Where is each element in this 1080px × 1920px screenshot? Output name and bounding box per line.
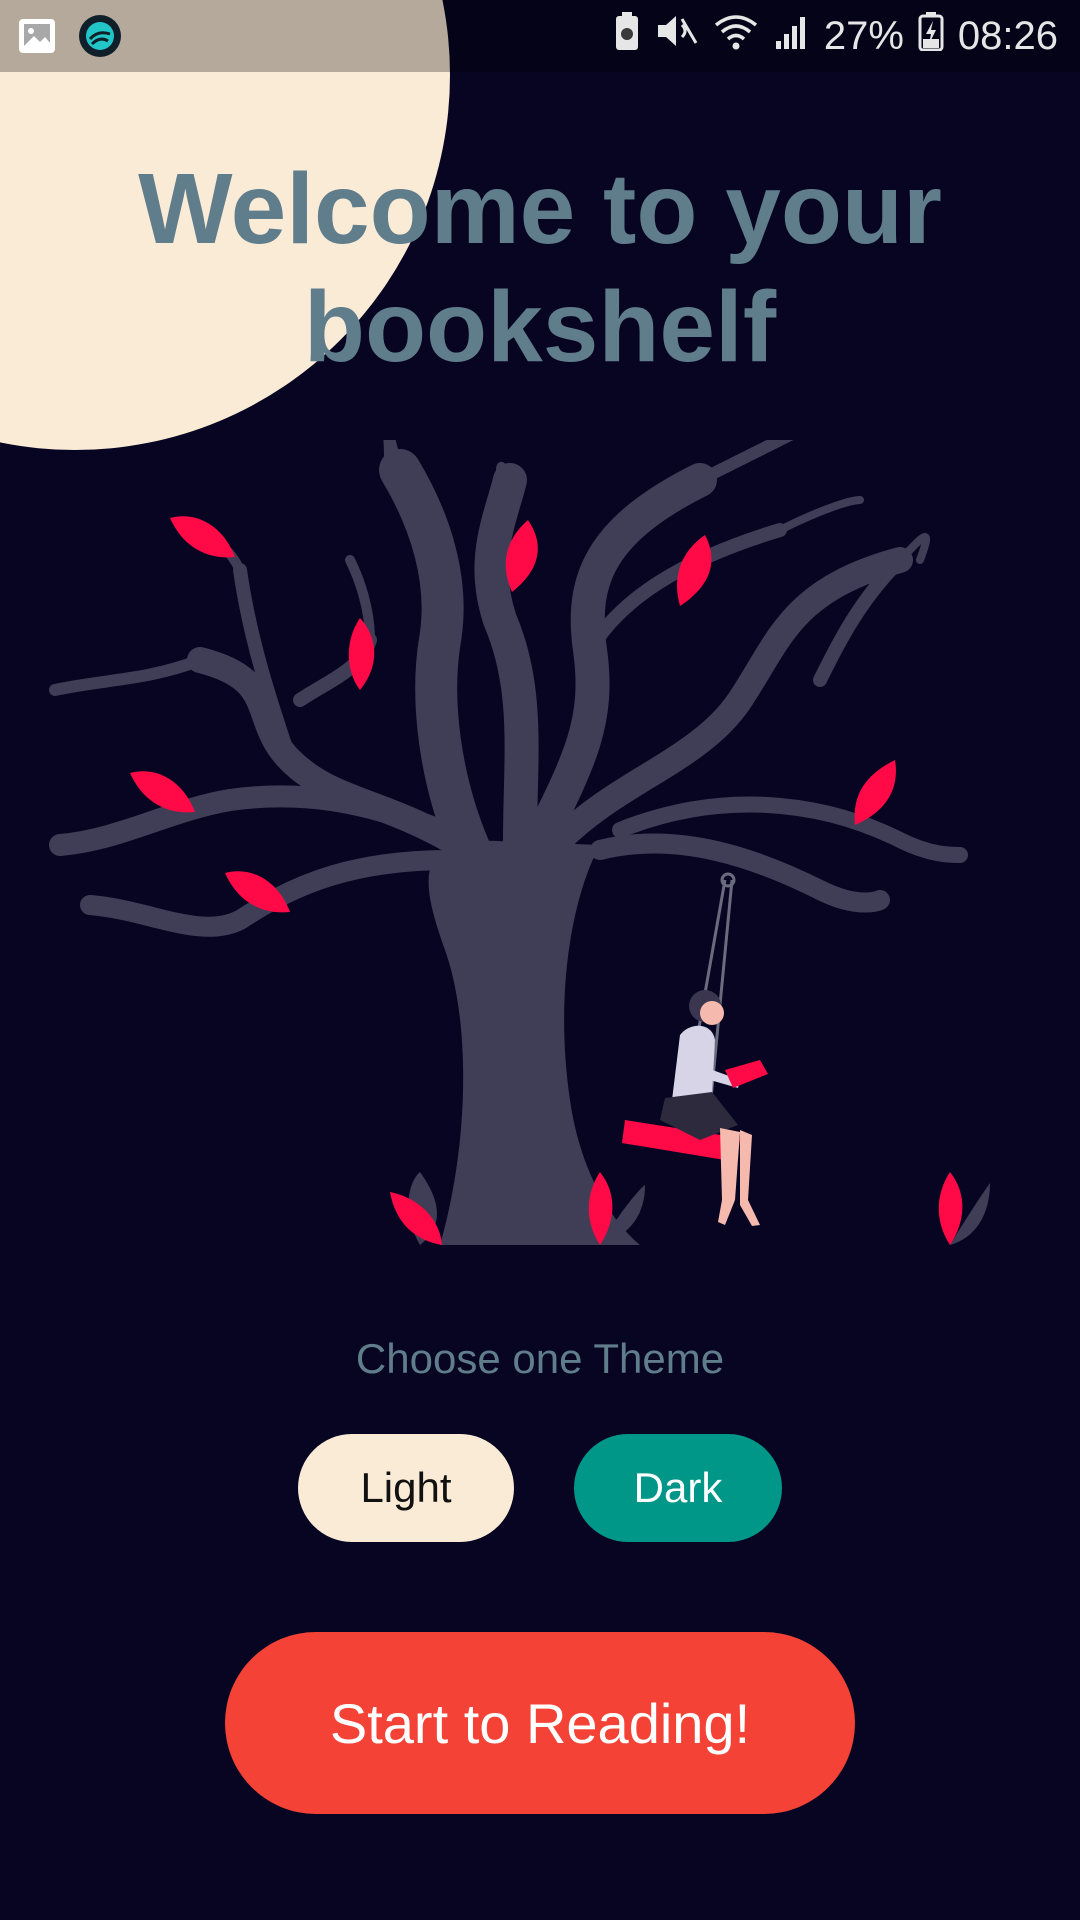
title-line-2: bookshelf <box>303 271 777 383</box>
wifi-icon <box>712 11 760 61</box>
tree-illustration <box>49 440 990 1245</box>
page-title: Welcome to your bookshelf <box>0 150 1080 386</box>
signal-icon <box>774 11 810 61</box>
dark-theme-button[interactable]: Dark <box>574 1434 782 1542</box>
welcome-screen: 27% 08:26 Welcome to your bookshelf Choo… <box>0 0 1080 1920</box>
status-right-icons: 27% 08:26 <box>614 10 1058 62</box>
battery-percent: 27% <box>823 13 904 58</box>
mute-icon <box>654 11 698 61</box>
status-left-icons <box>18 14 122 63</box>
title-line-1: Welcome to your <box>138 153 942 265</box>
app-notification-icon <box>78 14 122 63</box>
gallery-icon <box>18 16 58 61</box>
battery-charging-icon <box>918 11 944 61</box>
battery-saver-icon <box>614 11 640 61</box>
clock: 08:26 <box>957 13 1058 58</box>
theme-label: Choose one Theme <box>355 1335 725 1382</box>
status-bar: 27% 08:26 <box>0 0 1080 72</box>
start-reading-button[interactable]: Start to Reading! <box>225 1632 855 1814</box>
light-theme-button[interactable]: Light <box>298 1434 514 1542</box>
reading-person <box>660 990 768 1226</box>
